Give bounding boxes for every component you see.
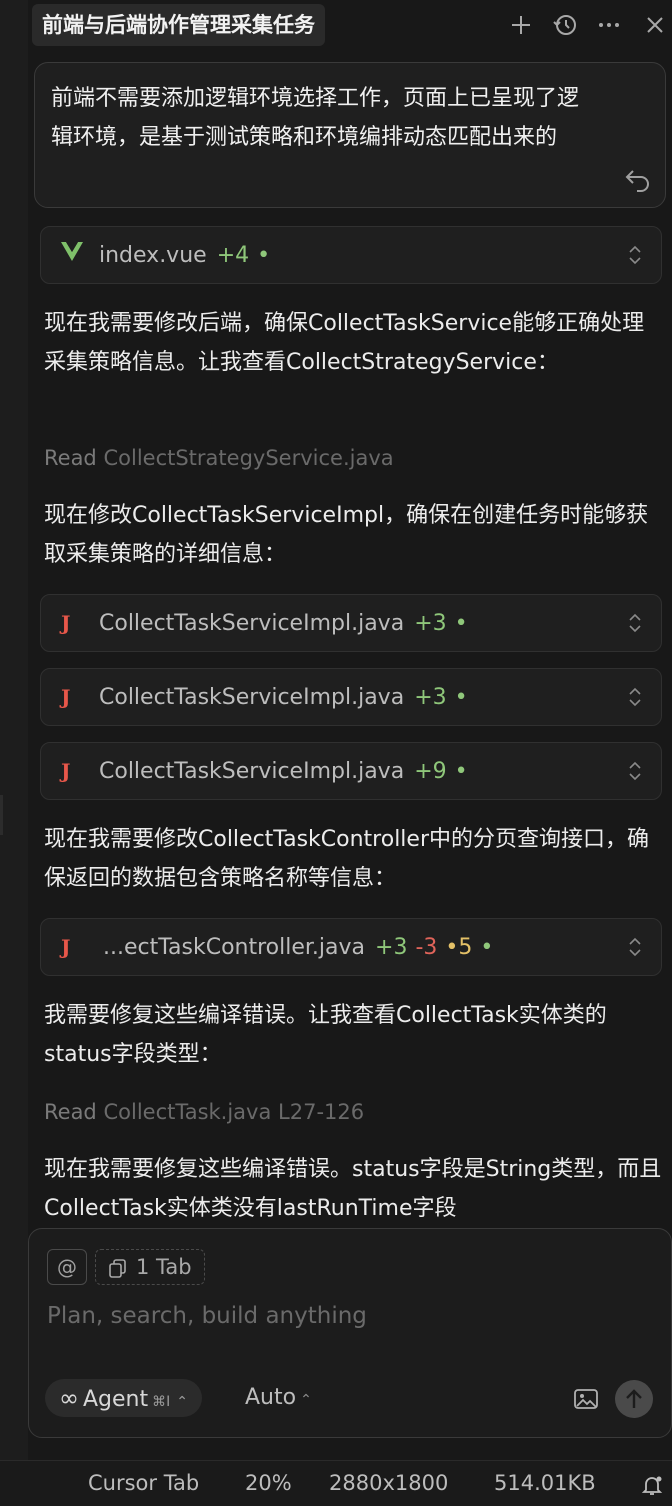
read-file-name[interactable]: CollectStrategyService.java [103,446,393,470]
infinity-icon: ∞ [59,1384,79,1412]
send-button[interactable] [615,1380,653,1418]
file-name: CollectTaskServiceImpl.java [99,759,405,784]
file-name: CollectTaskServiceImpl.java [99,685,405,710]
java-icon: J [61,759,71,783]
mention-button[interactable]: @ [47,1249,87,1285]
undo-icon[interactable] [623,163,653,193]
status-dot: • [480,935,494,960]
arrow-up-icon [626,1389,642,1408]
image-attach-icon[interactable] [573,1387,599,1411]
more-icon[interactable] [592,8,626,42]
lines-added: +3 [414,611,447,636]
file-change-card-impl-1[interactable]: J CollectTaskServiceImpl.java +3 • [40,594,662,652]
file-size: 514.01KB [494,1471,596,1495]
lines-added: +4 [216,243,250,268]
expand-chevron-icon[interactable] [627,611,643,635]
agent-mode-label: Agent [83,1387,149,1412]
chat-input[interactable]: Plan, search, build anything [47,1303,367,1329]
read-file-line[interactable]: Read CollectTask.java L27-126 [44,1100,364,1124]
file-change-card-impl-2[interactable]: J CollectTaskServiceImpl.java +3 • [40,668,662,726]
status-dot: • [454,685,468,710]
user-message-text: 前端不需要添加逻辑环境选择工作，页面上已呈现了逻辑环境，是基于测试策略和环境编排… [51,86,580,150]
close-icon[interactable] [638,8,672,42]
file-change-card-controller[interactable]: J ...ectTaskController.java +3 -3 •5 • [40,918,662,976]
expand-chevron-icon[interactable] [627,935,643,959]
zoom-level: 20% [245,1471,292,1495]
lines-removed: -3 [415,935,438,960]
read-label: Read [44,1100,97,1124]
status-bar: Cursor Tab 20% 2880x1800 514.01KB [0,1460,672,1506]
file-name: ...ectTaskController.java [103,935,366,960]
chat-composer[interactable]: @ 1 Tab Plan, search, build anything ∞ Ag… [28,1228,672,1438]
read-file-line[interactable]: Read CollectStrategyService.java [44,446,394,470]
chat-title[interactable]: 前端与后端协作管理采集任务 [32,4,325,46]
bell-icon[interactable] [640,1473,664,1497]
status-dot: • [257,243,271,268]
cursor-tab-status[interactable]: Cursor Tab [88,1471,199,1495]
file-name: CollectTaskServiceImpl.java [99,611,405,636]
assistant-text: 我需要修复这些编译错误。让我查看CollectTask实体类的status字段类… [44,1003,607,1067]
lines-added: +9 [414,759,447,784]
lines-added: +3 [414,685,447,710]
agent-shortcut: ⌘I [152,1394,171,1410]
conversation-scroll[interactable]: 前端不需要添加逻辑环境选择工作，页面上已呈现了逻辑环境，是基于测试策略和环境编排… [28,52,672,1228]
read-label: Read [44,446,97,470]
vue-icon [61,240,91,270]
model-selector[interactable]: Auto ⌃ [245,1379,312,1417]
copy-icon [109,1259,126,1278]
java-icon: J [61,935,71,959]
read-file-name[interactable]: CollectTask.java L27-126 [103,1100,364,1124]
expand-chevron-icon[interactable] [627,243,643,267]
expand-chevron-icon[interactable] [627,759,643,783]
history-icon[interactable] [548,8,582,42]
status-dot: • [454,611,468,636]
plus-icon[interactable] [504,8,538,42]
java-icon: J [61,685,71,709]
lines-added: +3 [375,935,408,960]
chevron-up-icon: ⌃ [300,1392,312,1408]
file-change-card-impl-3[interactable]: J CollectTaskServiceImpl.java +9 • [40,742,662,800]
editor-gutter-strip [0,0,28,1460]
assistant-text: 现在我需要修复这些编译错误。status字段是String类型，而且Collec… [44,1157,662,1221]
chat-header: 前端与后端协作管理采集任务 [28,0,672,52]
file-name: index.vue [99,243,207,268]
gutter-marker [0,795,3,835]
chevron-up-icon: ⌃ [176,1394,188,1410]
status-dot: • [454,759,468,784]
assistant-text: 现在我需要修改后端，确保CollectTaskService能够正确处理采集策略… [44,311,645,375]
tab-chip-label: 1 Tab [136,1255,192,1279]
java-icon: J [61,611,71,635]
assistant-text: 现在我需要修改CollectTaskController中的分页查询接口，确保返… [44,827,650,891]
agent-mode-selector[interactable]: ∞ Agent ⌘I ⌃ [45,1379,202,1417]
user-message-bubble[interactable]: 前端不需要添加逻辑环境选择工作，页面上已呈现了逻辑环境，是基于测试策略和环境编排… [34,62,666,208]
assistant-text: 现在修改CollectTaskServiceImpl，确保在创建任务时能够获取采… [44,503,649,567]
image-dimensions: 2880x1800 [329,1471,449,1495]
file-change-card-index-vue[interactable]: index.vue +4 • [40,226,662,284]
model-label: Auto [245,1385,297,1410]
lines-modified: •5 [445,935,473,960]
context-tab-chip[interactable]: 1 Tab [95,1249,205,1285]
expand-chevron-icon[interactable] [627,685,643,709]
